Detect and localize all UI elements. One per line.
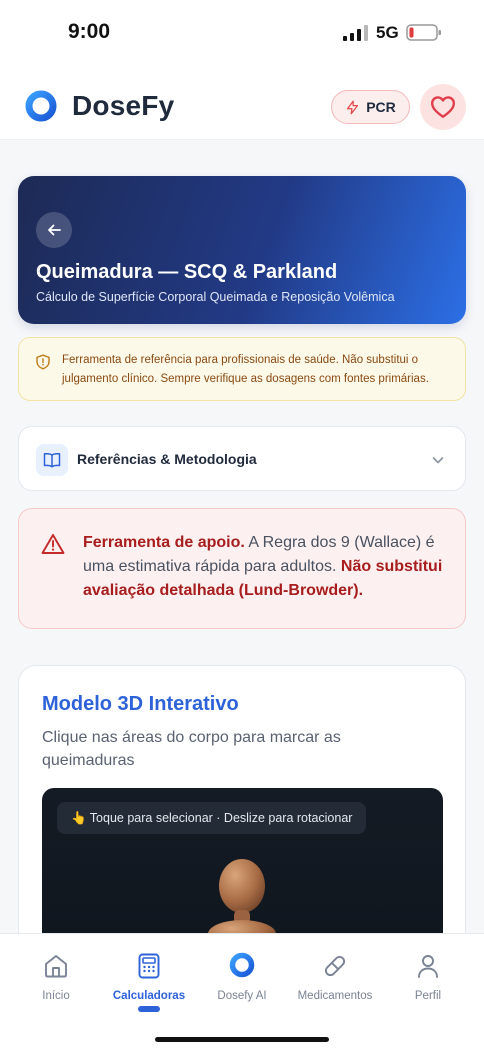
- lightning-icon: [347, 100, 359, 114]
- references-title: Referências & Metodologia: [77, 451, 257, 467]
- nav-item-medicamentos[interactable]: Medicamentos: [287, 952, 383, 1002]
- warning-triangle-icon: [41, 534, 65, 554]
- disclaimer-text: Ferramenta de referência para profission…: [62, 354, 429, 385]
- clinical-disclaimer: Ferramenta de referência para profission…: [18, 337, 466, 401]
- chevron-down-icon: [432, 457, 444, 464]
- pill-icon: [324, 955, 346, 977]
- home-icon: [45, 955, 67, 978]
- interactive-model-card: Modelo 3D Interativo Clique nas áreas do…: [18, 665, 466, 965]
- network-label: 5G: [376, 23, 399, 42]
- nav-item-perfil[interactable]: Perfil: [380, 952, 476, 1002]
- warning-text: Ferramenta de apoio. A Regra dos 9 (Wall…: [83, 531, 448, 603]
- pcr-button[interactable]: PCR: [331, 90, 410, 124]
- active-tab-indicator: [138, 1006, 160, 1012]
- nav-item-dosefy-ai[interactable]: Dosefy AI: [194, 952, 290, 1002]
- home-indicator: [155, 1037, 329, 1042]
- nav-item-calculadoras[interactable]: Calculadoras: [101, 952, 197, 1002]
- arrow-left-icon: [48, 224, 61, 236]
- dosefy-logo-icon: [25, 90, 57, 122]
- nav-label-inicio: Início: [42, 990, 70, 1002]
- calculator-hero: Queimadura — SCQ & Parkland Cálculo de S…: [18, 176, 466, 324]
- book-open-icon: [43, 452, 61, 468]
- battery-icon: [406, 24, 441, 41]
- heart-icon: [430, 96, 456, 118]
- nav-label-perfil: Perfil: [414, 990, 442, 1002]
- viewer-hint: 👆 Toque para selecionar · Deslize para r…: [57, 802, 367, 834]
- shield-alert-icon: [36, 354, 50, 370]
- favorite-button[interactable]: [420, 84, 466, 130]
- user-icon: [418, 955, 438, 978]
- signal-icon: [343, 25, 368, 41]
- app-name: DoseFy: [72, 90, 175, 121]
- app-header: DoseFy PCR: [0, 66, 484, 140]
- pcr-label: PCR: [366, 99, 396, 115]
- page-subtitle: Cálculo de Superfície Corporal Queimada …: [36, 290, 395, 304]
- back-button[interactable]: [36, 212, 72, 248]
- warning-intro: Ferramenta de apoio.: [83, 534, 245, 551]
- bottom-navigation: Início Calculadoras Dosefy AI Medicament…: [0, 933, 484, 1050]
- nav-label-medicamentos: Medicamentos: [297, 990, 373, 1002]
- nav-label-dosefy-ai: Dosefy AI: [217, 990, 267, 1002]
- status-bar: 9:00 5G: [0, 0, 484, 66]
- status-time: 9:00: [68, 20, 111, 43]
- page-title: Queimadura — SCQ & Parkland: [36, 261, 338, 283]
- book-icon-box: [36, 444, 68, 476]
- support-tool-warning: Ferramenta de apoio. A Regra dos 9 (Wall…: [18, 508, 466, 629]
- calculator-icon: [138, 953, 160, 979]
- nav-item-inicio[interactable]: Início: [8, 952, 104, 1002]
- model-description: Clique nas áreas do corpo para marcar as…: [42, 729, 341, 769]
- ai-ring-icon: [229, 952, 255, 978]
- references-accordion[interactable]: Referências & Metodologia: [18, 426, 466, 491]
- nav-label-calculadoras: Calculadoras: [112, 990, 186, 1002]
- model-title: Modelo 3D Interativo: [42, 693, 239, 715]
